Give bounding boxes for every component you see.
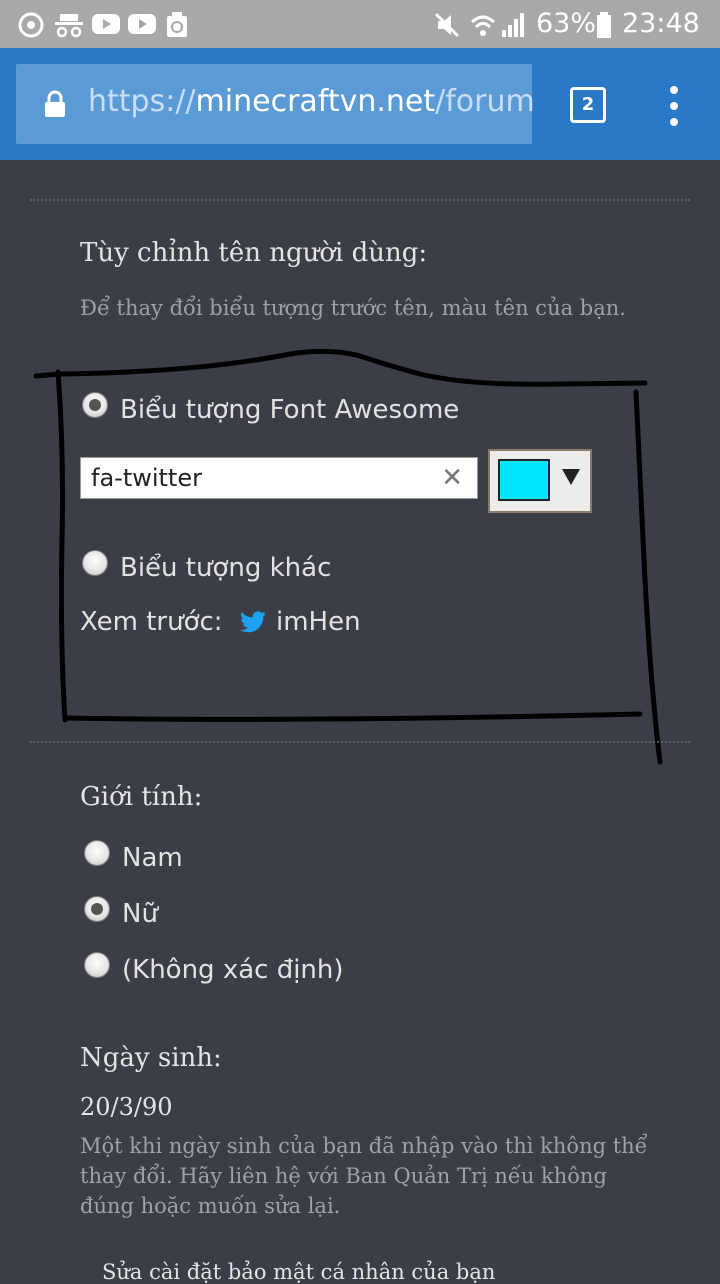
hand-drawn-highlight-box xyxy=(33,348,663,765)
privacy-settings-link[interactable]: Sửa cài đặt bảo mật cá nhân của bạn xyxy=(102,1260,495,1284)
radio-gender-male[interactable] xyxy=(84,840,110,866)
birthday-value: 20/3/90 xyxy=(80,1093,173,1121)
birthday-heading: Ngày sinh: xyxy=(80,1043,222,1073)
radio-gender-female[interactable] xyxy=(84,896,110,922)
radio-gender-unspecified[interactable] xyxy=(84,952,110,978)
gender-option-label: Nam xyxy=(122,843,183,873)
gender-option-label: Nữ xyxy=(122,899,158,929)
gender-heading: Giới tính: xyxy=(80,782,203,812)
gender-option-label: (Không xác định) xyxy=(122,955,344,985)
divider xyxy=(30,741,690,743)
birthday-note: Một khi ngày sinh của bạn đã nhập vào th… xyxy=(80,1134,648,1218)
